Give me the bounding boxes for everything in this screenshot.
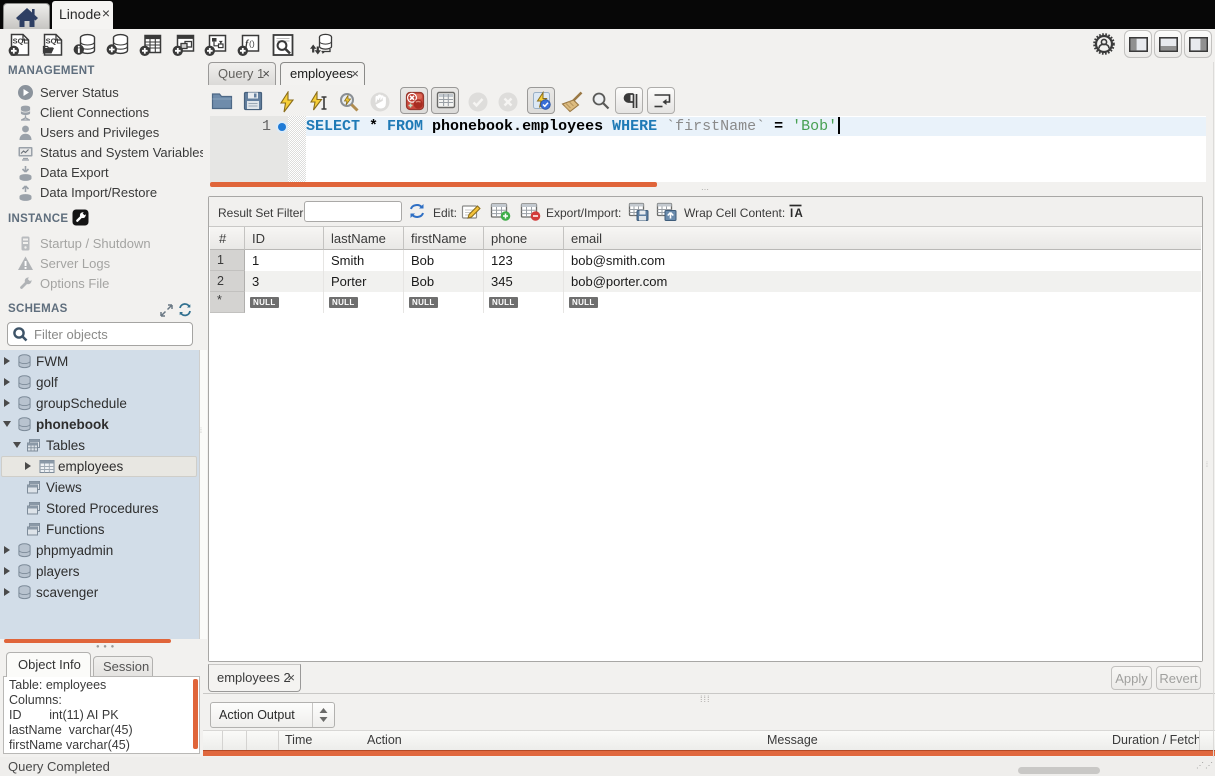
svg-text:SQL: SQL	[46, 37, 62, 46]
svg-text:I: I	[790, 208, 793, 220]
svg-text:(): ()	[249, 39, 255, 49]
svg-text:SQL: SQL	[13, 37, 29, 46]
svg-text:A: A	[795, 208, 803, 220]
